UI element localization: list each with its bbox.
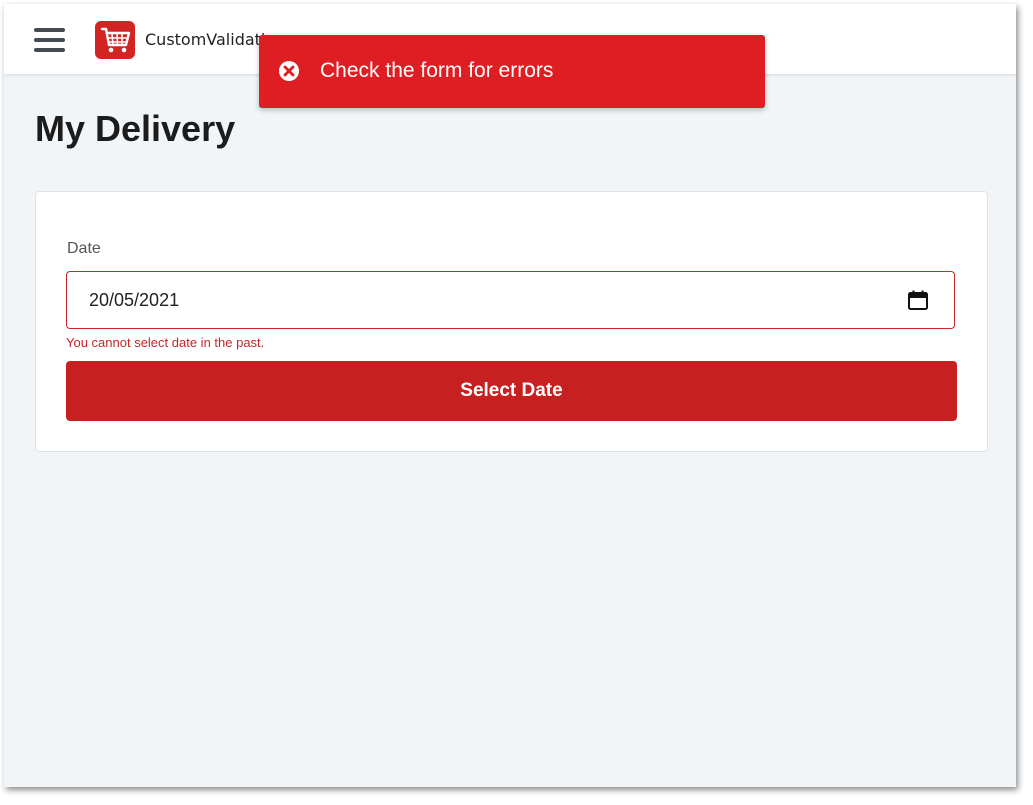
date-error-message: You cannot select date in the past. — [66, 335, 265, 350]
error-circle-x-icon — [278, 60, 300, 82]
date-input-value: 20/05/2021 — [89, 290, 180, 310]
calendar-icon[interactable] — [906, 288, 930, 312]
page-title: My Delivery — [35, 108, 236, 149]
app-window: CustomValidati Check the form for errors… — [4, 4, 1016, 787]
app-title: CustomValidati — [145, 30, 266, 49]
shopping-cart-icon — [95, 21, 135, 59]
toast-message: Check the form for errors — [320, 59, 554, 82]
delivery-form-card: Date 20/05/2021 You cannot select date i… — [35, 191, 988, 452]
date-input[interactable]: 20/05/2021 — [66, 271, 955, 329]
hamburger-menu-icon[interactable] — [34, 28, 66, 52]
error-toast[interactable]: Check the form for errors — [259, 35, 765, 108]
select-date-button[interactable]: Select Date — [66, 361, 957, 421]
date-field-label: Date — [67, 240, 101, 257]
